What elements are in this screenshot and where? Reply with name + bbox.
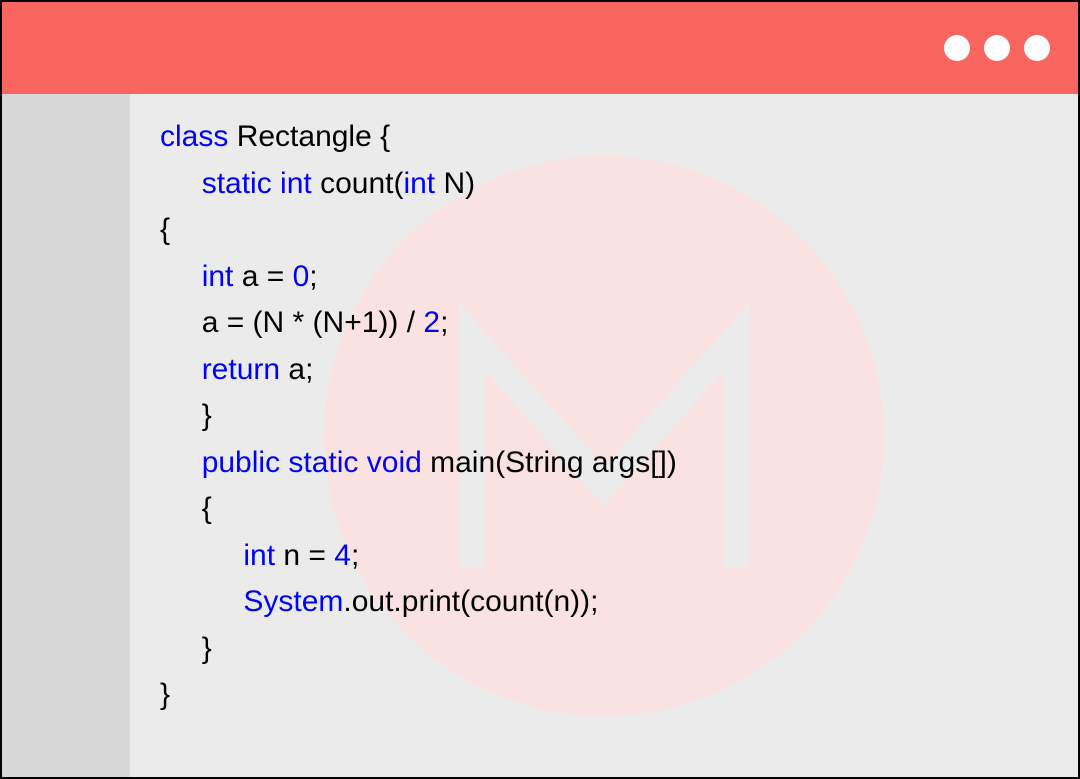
code-line: { bbox=[160, 486, 1048, 533]
keyword-token: 0 bbox=[293, 260, 310, 293]
keyword-token: System bbox=[243, 585, 343, 618]
code-token: } bbox=[160, 678, 170, 711]
code-token: ; bbox=[309, 260, 317, 293]
code-line: { bbox=[160, 207, 1048, 254]
code-token: a; bbox=[280, 353, 313, 386]
code-line: } bbox=[160, 393, 1048, 440]
code-token: Rectangle { bbox=[228, 120, 390, 153]
code-line: a = (N * (N+1)) / 2; bbox=[160, 300, 1048, 347]
code-line: class Rectangle { bbox=[160, 114, 1048, 161]
keyword-token: return bbox=[202, 353, 280, 386]
line-gutter bbox=[2, 94, 130, 777]
keyword-token: int bbox=[243, 539, 275, 572]
code-token: { bbox=[202, 492, 212, 525]
code-area: class Rectangle { static int count(int N… bbox=[130, 94, 1078, 777]
code-token: a = bbox=[233, 260, 292, 293]
keyword-token: int bbox=[202, 260, 234, 293]
keyword-token: static int bbox=[202, 167, 312, 200]
code-token: main(String args[]) bbox=[422, 446, 677, 479]
code-line: } bbox=[160, 672, 1048, 719]
code-line: static int count(int N) bbox=[160, 161, 1048, 208]
code-token: ; bbox=[440, 306, 448, 339]
code-line: return a; bbox=[160, 347, 1048, 394]
code-window: class Rectangle { static int count(int N… bbox=[0, 0, 1080, 779]
window-control-dot[interactable] bbox=[944, 35, 970, 61]
code-token: n = bbox=[275, 539, 334, 572]
code-line: System.out.print(count(n)); bbox=[160, 579, 1048, 626]
code-token: N) bbox=[435, 167, 475, 200]
code-token: } bbox=[202, 632, 212, 665]
code-token: .out.print(count(n)); bbox=[343, 585, 598, 618]
editor-container: class Rectangle { static int count(int N… bbox=[2, 94, 1078, 777]
window-control-dot[interactable] bbox=[984, 35, 1010, 61]
code-line: int n = 4; bbox=[160, 533, 1048, 580]
code-token: { bbox=[160, 213, 170, 246]
code-content: class Rectangle { static int count(int N… bbox=[160, 114, 1048, 719]
keyword-token: public static void bbox=[202, 446, 422, 479]
code-token: a = (N * (N+1)) / bbox=[202, 306, 424, 339]
keyword-token: 2 bbox=[423, 306, 440, 339]
keyword-token: 4 bbox=[334, 539, 351, 572]
code-line: } bbox=[160, 626, 1048, 673]
code-line: public static void main(String args[]) bbox=[160, 440, 1048, 487]
window-titlebar bbox=[2, 2, 1078, 94]
window-control-dot[interactable] bbox=[1024, 35, 1050, 61]
code-token: ; bbox=[351, 539, 359, 572]
code-token: } bbox=[202, 399, 212, 432]
keyword-token: int bbox=[403, 167, 435, 200]
code-line: int a = 0; bbox=[160, 254, 1048, 301]
keyword-token: class bbox=[160, 120, 228, 153]
code-token: count( bbox=[312, 167, 404, 200]
